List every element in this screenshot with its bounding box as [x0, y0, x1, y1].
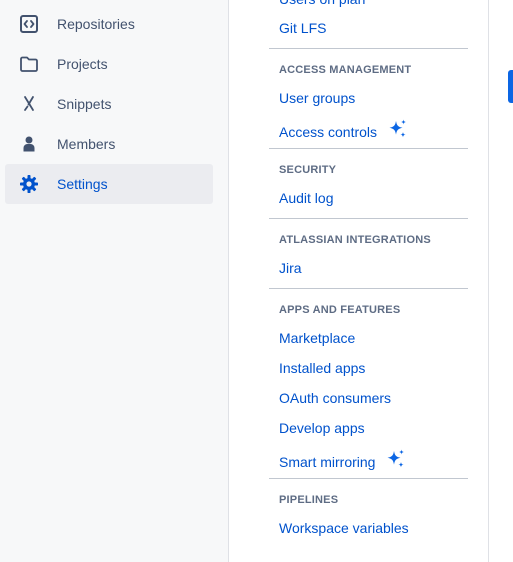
folder-icon	[5, 54, 53, 74]
settings-menu: Users on plan Git LFS ACCESS MANAGEMENT …	[229, 0, 489, 562]
link-marketplace[interactable]: Marketplace	[279, 328, 355, 348]
link-label: Smart mirroring	[279, 453, 376, 470]
sidebar-item-settings[interactable]: Settings	[5, 164, 213, 204]
link-jira[interactable]: Jira	[279, 258, 302, 278]
sidebar-item-members[interactable]: Members	[5, 124, 213, 164]
sidebar-item-repositories[interactable]: Repositories	[5, 4, 213, 44]
divider	[269, 478, 468, 479]
section-heading-atlassian-integrations: ATLASSIAN INTEGRATIONS	[279, 234, 431, 246]
link-user-groups[interactable]: User groups	[279, 88, 355, 108]
link-workspace-variables[interactable]: Workspace variables	[279, 518, 409, 538]
sparkle-icon	[385, 448, 407, 475]
sidebar-item-label: Projects	[57, 56, 108, 72]
link-git-lfs[interactable]: Git LFS	[279, 18, 326, 38]
section-heading-security: SECURITY	[279, 164, 337, 176]
sidebar-item-label: Settings	[57, 176, 108, 192]
section-heading-apps-and-features: APPS AND FEATURES	[279, 304, 401, 316]
sidebar-item-label: Snippets	[57, 96, 112, 112]
sidebar-item-label: Members	[57, 136, 116, 152]
sparkle-icon	[387, 118, 409, 145]
link-develop-apps[interactable]: Develop apps	[279, 418, 365, 438]
link-smart-mirroring[interactable]: Smart mirroring	[279, 448, 407, 475]
link-audit-log[interactable]: Audit log	[279, 188, 333, 208]
divider	[269, 148, 468, 149]
sidebar-item-label: Repositories	[57, 16, 135, 32]
link-access-controls[interactable]: Access controls	[279, 118, 409, 145]
sidebar: Repositories Projects Snippets Members S…	[0, 0, 229, 562]
link-label: Access controls	[279, 123, 378, 140]
person-icon	[5, 134, 53, 154]
code-repository-icon	[5, 14, 53, 34]
link-installed-apps[interactable]: Installed apps	[279, 358, 365, 378]
section-heading-pipelines: PIPELINES	[279, 494, 339, 506]
sidebar-item-projects[interactable]: Projects	[5, 44, 213, 84]
link-oauth-consumers[interactable]: OAuth consumers	[279, 388, 391, 408]
content-edge-accent	[508, 70, 513, 103]
section-heading-access-management: ACCESS MANAGEMENT	[279, 64, 412, 76]
divider	[269, 48, 468, 49]
link-users-on-plan[interactable]: Users on plan	[279, 0, 365, 9]
scissors-icon	[5, 94, 53, 114]
divider	[269, 288, 468, 289]
gear-icon	[5, 174, 53, 194]
sidebar-item-snippets[interactable]: Snippets	[5, 84, 213, 124]
divider	[269, 218, 468, 219]
